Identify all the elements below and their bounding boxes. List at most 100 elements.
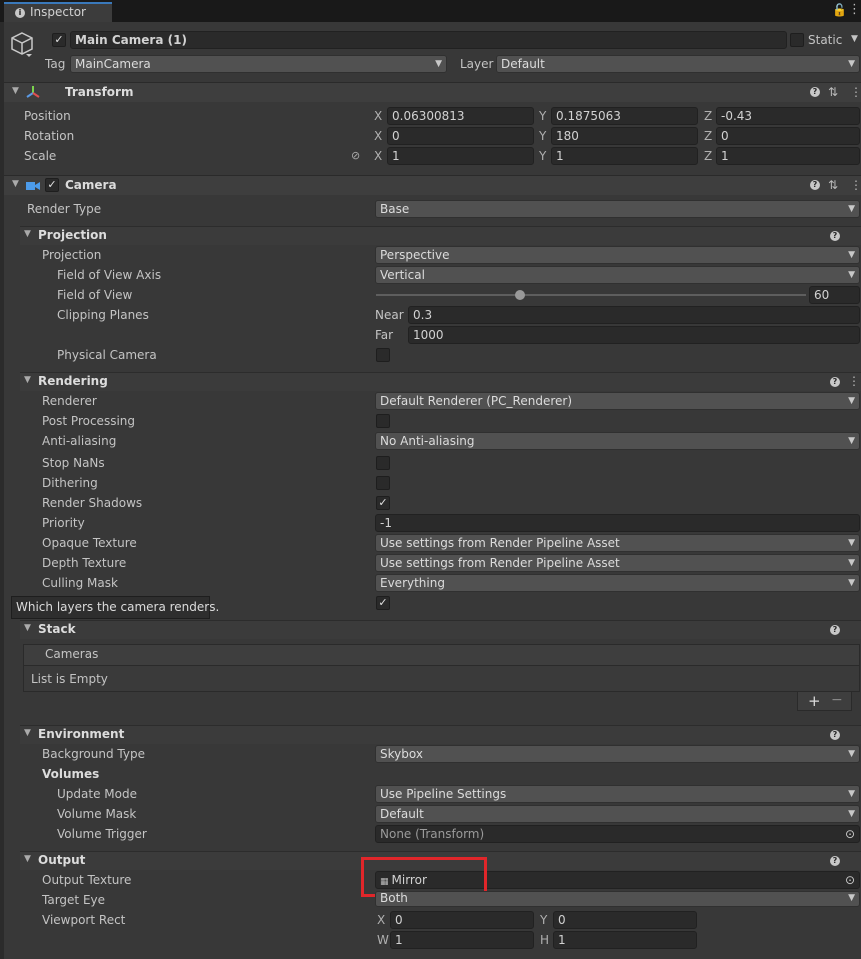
kebab-menu-icon[interactable]: ⋮ [848,2,861,17]
background-type-label: Background Type [42,747,145,761]
camera-enabled-checkbox[interactable]: ✓ [45,178,59,192]
culling-mask-label: Culling Mask [42,576,118,590]
fov-field[interactable]: 60 [809,286,860,304]
static-checkbox[interactable] [790,33,804,47]
foldout-arrow-icon: ▼ [12,179,19,189]
component-menu-icon[interactable]: ⋮ [850,178,861,192]
help-icon[interactable]: ? [830,231,840,241]
axis-z-label: Z [704,129,713,143]
volume-trigger-field[interactable]: None (Transform) ⊙ [375,825,860,843]
camera-header[interactable]: ▼ ✓ Camera ? ⇅ ⋮ [4,175,861,195]
help-icon[interactable]: ? [830,730,840,740]
renderer-dropdown[interactable]: Default Renderer (PC_Renderer) ▼ [375,392,860,410]
depth-texture-dropdown[interactable]: Use settings from Render Pipeline Asset ▼ [375,554,860,572]
physical-camera-checkbox[interactable] [376,348,390,362]
volume-trigger-value: None (Transform) [380,827,485,841]
projection-section-header[interactable]: ▼ Projection ? [20,226,861,245]
rotation-z-field[interactable]: 0 [716,127,860,145]
static-dropdown-arrow[interactable]: ▼ [851,34,858,44]
volume-trigger-label: Volume Trigger [57,827,147,841]
environment-section-header[interactable]: ▼ Environment ? [20,725,861,744]
transform-icon [26,85,40,102]
rotation-x-field[interactable]: 0 [387,127,534,145]
scale-x-field[interactable]: 1 [387,147,534,165]
projection-dropdown[interactable]: Perspective ▼ [375,246,860,264]
remove-button[interactable]: − [831,692,843,708]
render-type-dropdown[interactable]: Base ▼ [375,200,860,218]
constrain-proportions-icon[interactable]: ⊘ [351,149,360,162]
add-button[interactable]: + [808,692,821,710]
environment-title: Environment [38,727,125,741]
axis-z-label: Z [704,109,713,123]
fov-slider-track[interactable] [376,294,806,296]
chevron-down-icon: ▼ [848,204,855,214]
foldout-arrow-icon: ▼ [24,728,31,738]
tab-inspector[interactable]: i Inspector [4,2,112,22]
fov-axis-dropdown[interactable]: Vertical ▼ [375,266,860,284]
background-type-dropdown[interactable]: Skybox ▼ [375,745,860,763]
axis-x-label: X [374,129,383,143]
position-z-field[interactable]: -0.43 [716,107,860,125]
cameras-header-label: Cameras [45,647,99,661]
component-menu-icon[interactable]: ⋮ [850,85,861,99]
dithering-checkbox[interactable] [376,476,390,490]
help-icon[interactable]: ? [830,625,840,635]
object-name-field[interactable]: Main Camera (1) [70,31,787,49]
active-checkbox[interactable]: ✓ [52,33,66,47]
help-icon[interactable]: ? [830,856,840,866]
post-processing-label: Post Processing [42,414,135,428]
preset-icon[interactable]: ⇅ [828,178,838,192]
stop-nans-checkbox[interactable] [376,456,390,470]
anti-aliasing-dropdown[interactable]: No Anti-aliasing ▼ [375,432,860,450]
render-shadows-checkbox[interactable]: ✓ [376,496,390,510]
culling-mask-dropdown[interactable]: Everything ▼ [375,574,860,592]
fov-slider-thumb[interactable] [514,290,525,300]
viewport-w-field[interactable]: 1 [390,931,534,949]
opaque-texture-dropdown[interactable]: Use settings from Render Pipeline Asset ▼ [375,534,860,552]
priority-field[interactable]: -1 [375,514,860,532]
stop-nans-label: Stop NaNs [42,456,105,470]
output-title: Output [38,853,86,867]
lock-icon[interactable]: 🔓 [832,3,847,17]
static-label: Static [808,33,843,47]
camera-stack-list: Cameras List is Empty [23,644,860,692]
viewport-y-field[interactable]: 0 [553,911,697,929]
object-picker-icon[interactable]: ⊙ [845,826,855,842]
tag-value: MainCamera [75,57,151,71]
tag-dropdown[interactable]: MainCamera ▼ [70,55,447,73]
far-field[interactable]: 1000 [408,326,860,344]
chevron-down-icon: ▼ [435,59,442,69]
volume-mask-dropdown[interactable]: Default ▼ [375,805,860,823]
transform-title: Transform [65,85,134,99]
layer-dropdown[interactable]: Default ▼ [496,55,860,73]
scale-y-field[interactable]: 1 [551,147,698,165]
help-icon[interactable]: ? [810,180,820,190]
target-eye-dropdown[interactable]: Both ▼ [375,891,860,907]
update-mode-dropdown[interactable]: Use Pipeline Settings ▼ [375,785,860,803]
info-icon: i [15,8,25,18]
help-icon[interactable]: ? [830,377,840,387]
stack-section-header[interactable]: ▼ Stack ? [20,620,861,639]
rotation-y-field[interactable]: 180 [551,127,698,145]
post-processing-checkbox[interactable] [376,414,390,428]
preset-icon[interactable]: ⇅ [828,85,838,99]
transform-header[interactable]: ▼ Transform ? ⇅ ⋮ [4,82,861,102]
gameobject-cube-icon [10,30,36,58]
object-picker-icon[interactable]: ⊙ [845,872,855,888]
chevron-down-icon: ▼ [848,809,855,819]
fov-axis-value: Vertical [380,268,425,282]
near-field[interactable]: 0.3 [408,306,860,324]
camera-icon [26,180,40,194]
viewport-x-field[interactable]: 0 [390,911,534,929]
help-icon[interactable]: ? [810,87,820,97]
axis-y-label: Y [539,149,547,163]
dynamic-resolution-checkbox[interactable]: ✓ [376,596,390,610]
section-menu-icon[interactable]: ⋮ [848,374,860,388]
position-x-field[interactable]: 0.06300813 [387,107,534,125]
priority-label: Priority [42,516,85,530]
rendering-section-header[interactable]: ▼ Rendering ? ⋮ [20,372,861,391]
scale-z-field[interactable]: 1 [716,147,860,165]
physical-camera-label: Physical Camera [57,348,157,362]
viewport-h-field[interactable]: 1 [553,931,697,949]
position-y-field[interactable]: 0.1875063 [551,107,698,125]
